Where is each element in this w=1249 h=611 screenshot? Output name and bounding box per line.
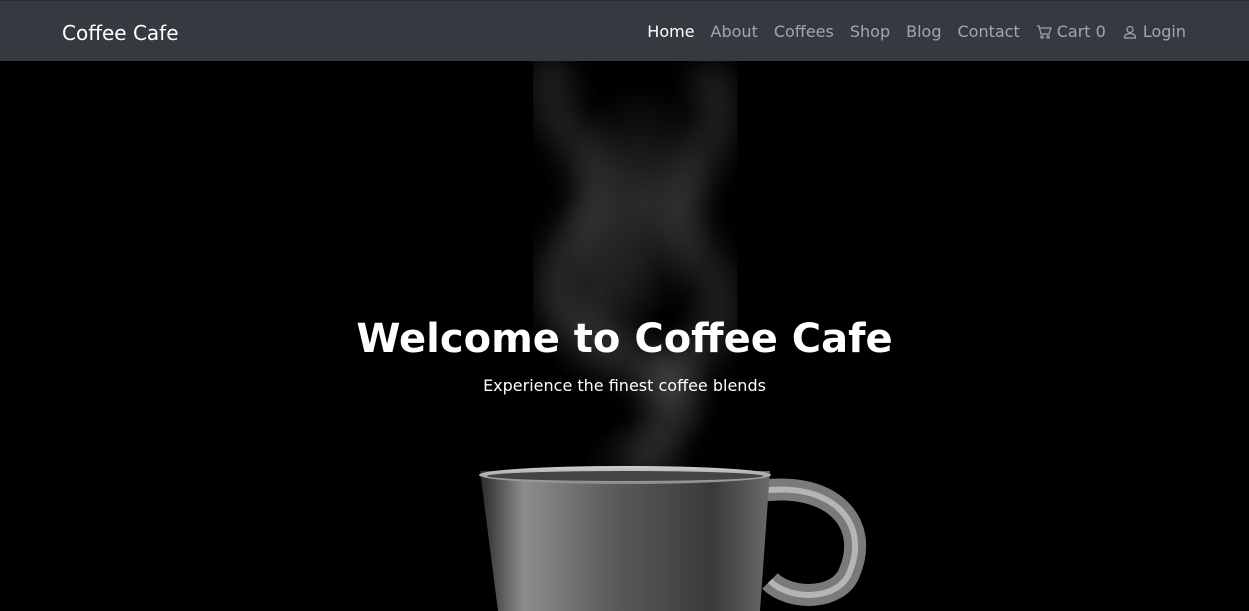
user-icon xyxy=(1122,24,1138,40)
nav-blog[interactable]: Blog xyxy=(906,22,941,41)
nav-cart[interactable]: Cart 0 xyxy=(1036,22,1106,41)
brand-logo[interactable]: Coffee Cafe xyxy=(62,21,179,45)
nav-home[interactable]: Home xyxy=(647,22,694,41)
nav-coffees[interactable]: Coffees xyxy=(774,22,834,41)
nav-links: Home About Coffees Shop Blog Contact Car… xyxy=(631,1,1186,62)
navbar: Coffee Cafe Home About Coffees Shop Blog… xyxy=(0,0,1249,61)
cart-icon xyxy=(1036,24,1052,40)
hero-banner: Welcome to Coffee Cafe Experience the fi… xyxy=(0,61,1249,611)
coffee-cup-image xyxy=(479,466,866,611)
cart-label: Cart 0 xyxy=(1056,22,1106,41)
nav-contact[interactable]: Contact xyxy=(957,22,1019,41)
nav-login[interactable]: Login xyxy=(1122,22,1186,41)
nav-about[interactable]: About xyxy=(711,22,758,41)
hero-subtitle: Experience the finest coffee blends xyxy=(483,376,766,395)
hero-title: Welcome to Coffee Cafe xyxy=(356,316,893,362)
nav-shop[interactable]: Shop xyxy=(850,22,890,41)
login-label: Login xyxy=(1142,22,1186,41)
